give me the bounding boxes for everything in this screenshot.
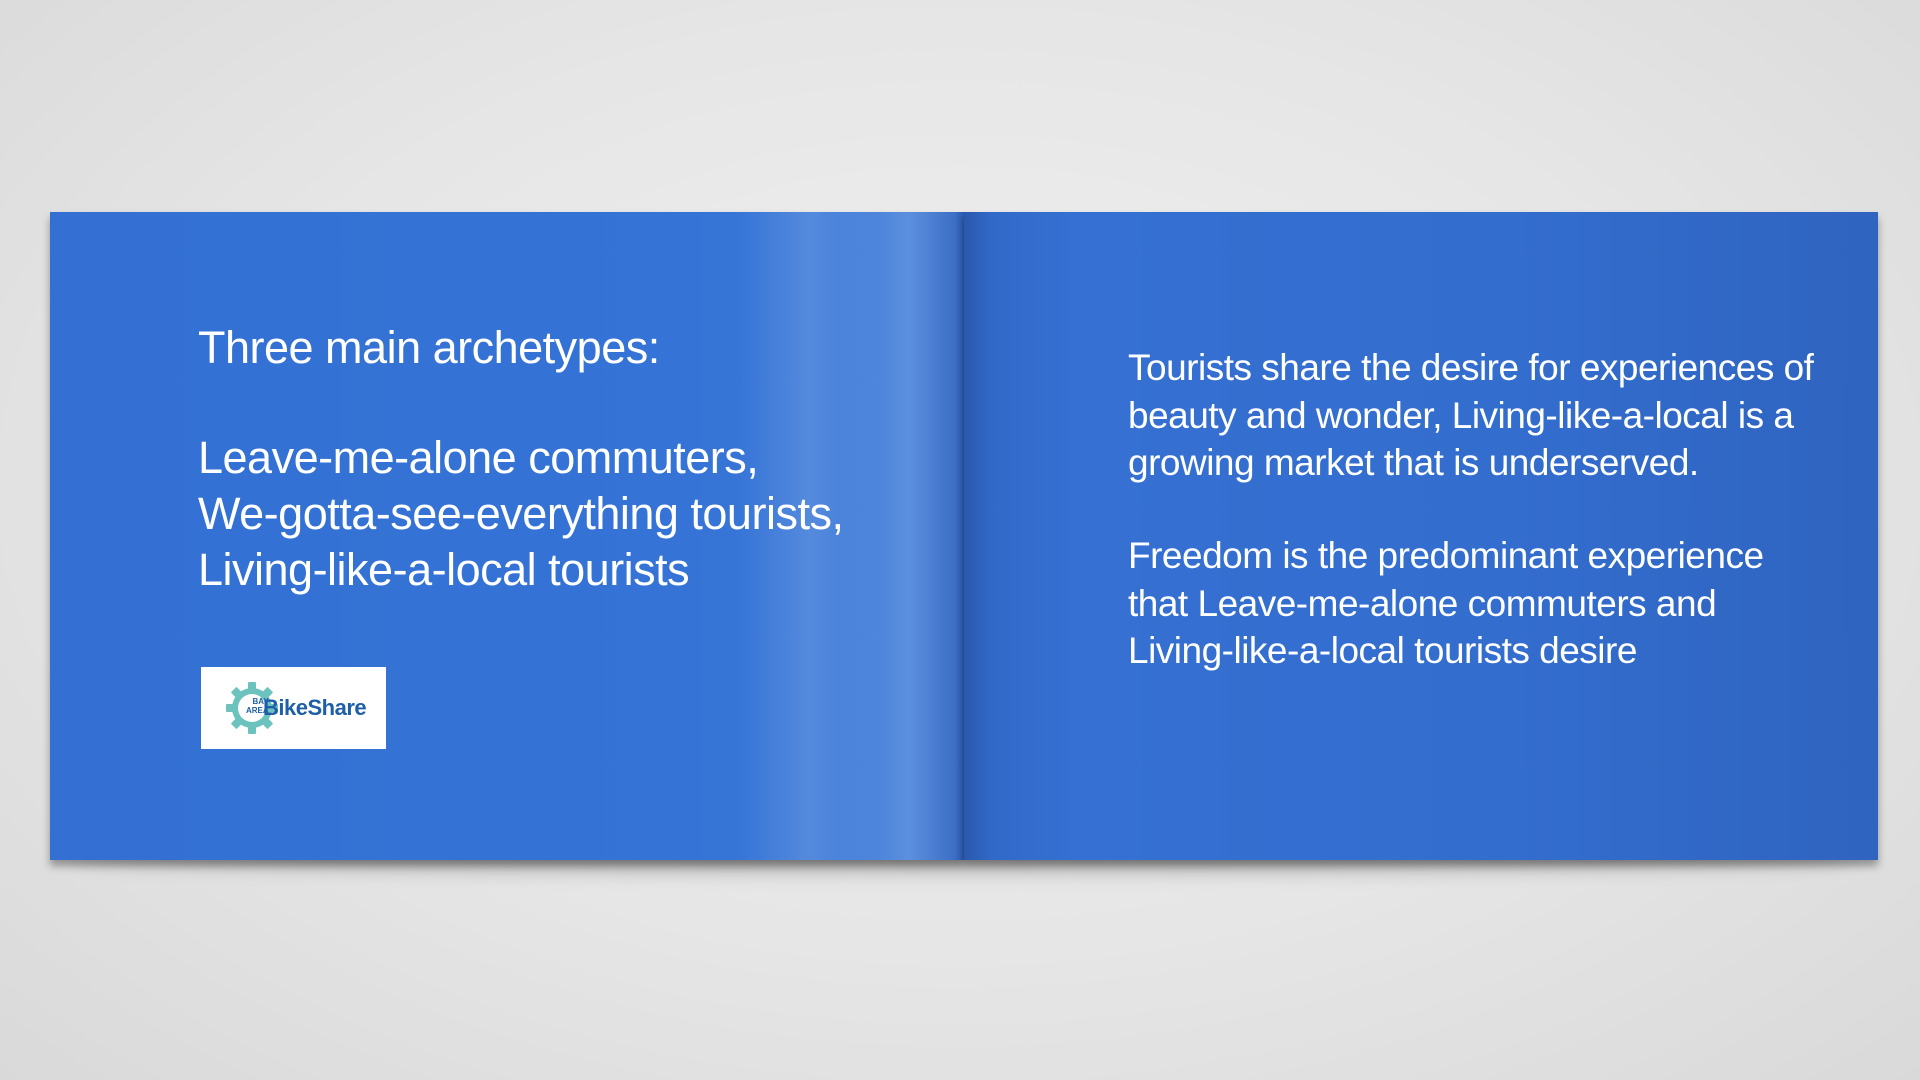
paragraph-tourists: Tourists share the desire for experience… [1128, 347, 1814, 483]
archetype-item: Leave-me-alone commuters, [198, 432, 759, 483]
left-page: Three main archetypes: Leave-me-alone co… [50, 212, 964, 860]
bay-area-bikeshare-logo: BAY AREA BikeShare [201, 667, 386, 749]
archetype-list: Leave-me-alone commuters, We-gotta-see-e… [198, 430, 844, 598]
paragraph-freedom: Freedom is the predominant experience th… [1128, 535, 1764, 671]
right-page: Tourists share the desire for experience… [964, 212, 1878, 860]
archetype-item: Living-like-a-local tourists [198, 544, 690, 595]
archetype-item: We-gotta-see-everything tourists, [198, 488, 844, 539]
brochure-spread: Three main archetypes: Leave-me-alone co… [50, 212, 1878, 870]
logo-wordmark: BikeShare [263, 695, 367, 720]
page-title: Three main archetypes: [198, 322, 660, 373]
